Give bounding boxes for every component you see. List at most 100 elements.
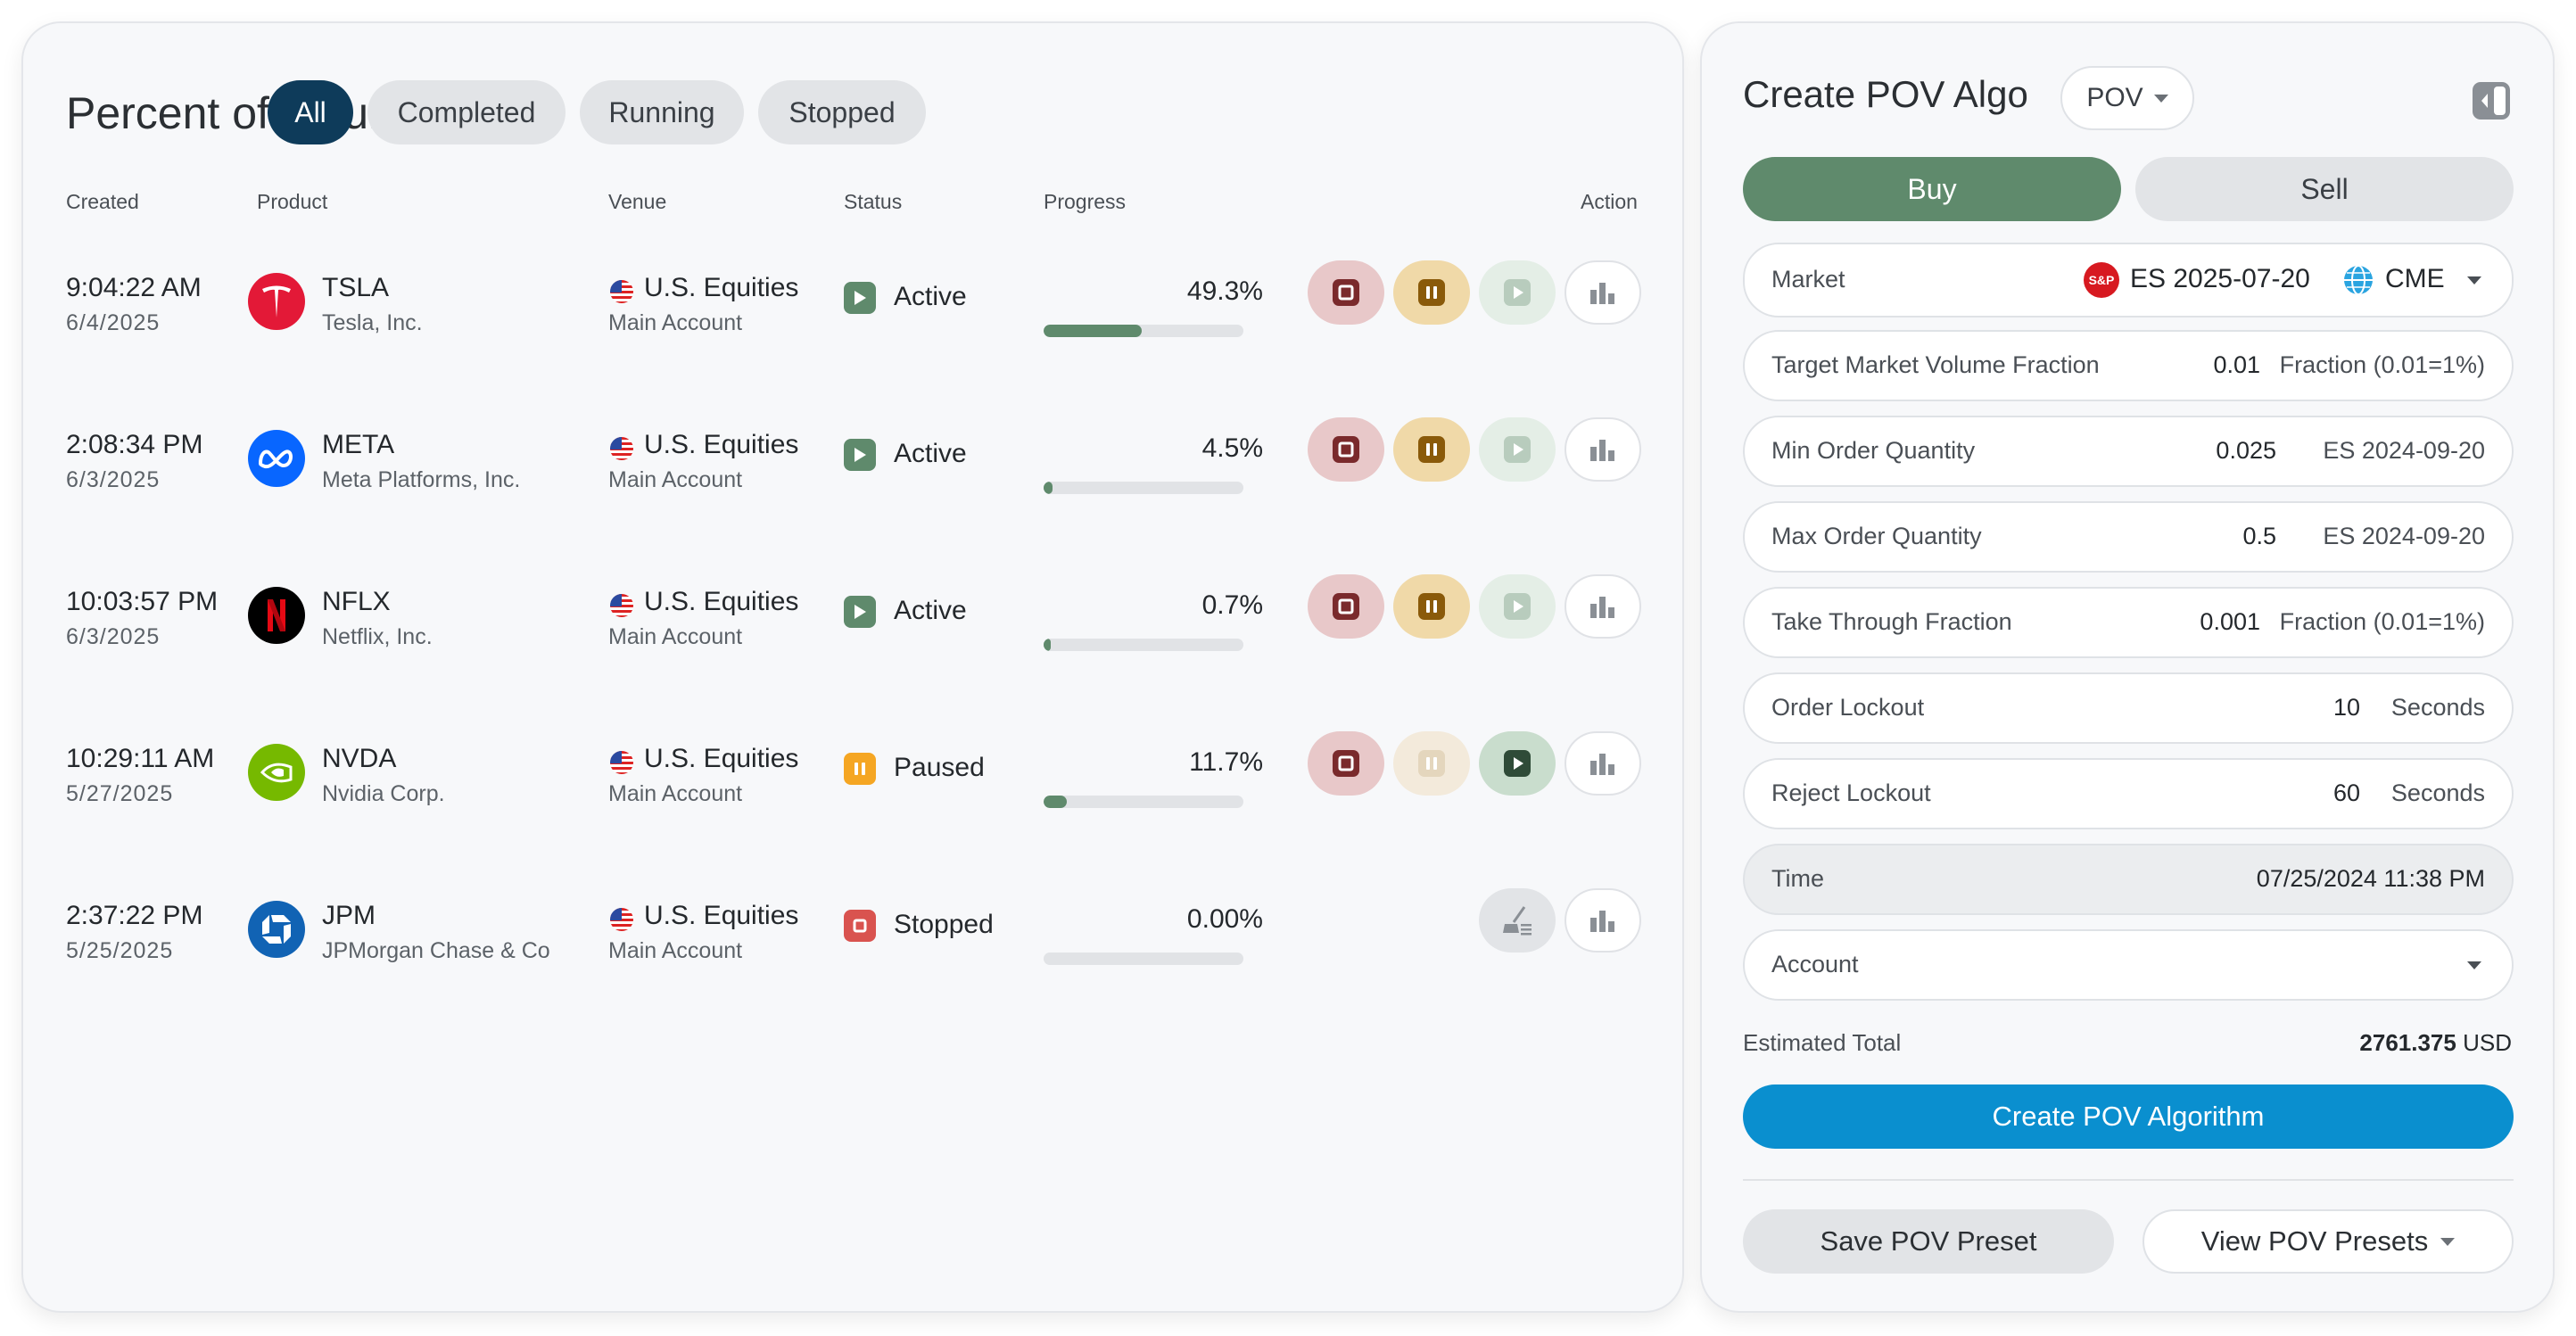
min-order-quantity-field[interactable]: Min Order Quantity 0.025 ES 2024-09-20 [1743,416,2514,487]
progress-bar [1044,325,1243,337]
pause-button[interactable] [1393,574,1470,639]
order-lockout-field[interactable]: Order Lockout 10 Seconds [1743,672,2514,744]
stop-button[interactable] [1308,417,1384,482]
target-fraction-field[interactable]: Target Market Volume Fraction 0.01 Fract… [1743,330,2514,401]
collapse-panel-icon[interactable] [2471,80,2512,121]
column-header-action: Action [1581,190,1638,213]
progress-bar [1044,953,1243,965]
product-ticker: NFLX [322,587,391,616]
chart-button[interactable] [1565,731,1641,796]
table-row: 10:29:11 AM 5/27/2025 NVDA Nvidia Corp. … [23,724,1686,881]
table-row: 2:37:22 PM 5/25/2025 JPM JPMorgan Chase … [23,881,1686,1038]
us-flag-icon [610,280,633,303]
status-text: Active [894,596,967,625]
pause-button[interactable] [1393,260,1470,325]
account-select[interactable]: Account [1743,929,2514,1001]
meta-logo [248,430,305,487]
created-time: 10:29:11 AM [66,744,215,773]
table-row: 9:04:22 AM 6/4/2025 TSLA Tesla, Inc. U.S… [23,253,1686,410]
estimated-total-amount: 2761.375 [2359,1029,2456,1056]
netflix-logo [248,587,305,644]
us-flag-icon [610,594,633,617]
created-date: 5/25/2025 [66,938,174,963]
product-ticker: META [322,430,395,459]
resume-button[interactable] [1479,260,1556,325]
bar-chart-icon [1590,911,1614,932]
time-field[interactable]: Time 07/25/2024 11:38 PM [1743,844,2514,915]
progress-fill [1044,796,1068,808]
clear-button[interactable] [1479,888,1556,953]
field-value[interactable]: 60 [2333,779,2360,807]
save-pov-preset-button[interactable]: Save POV Preset [1743,1209,2114,1274]
stop-button[interactable] [1308,574,1384,639]
stop-button[interactable] [1308,731,1384,796]
table-row: 2:08:34 PM 6/3/2025 META Meta Platforms,… [23,410,1686,567]
venue-name: U.S. Equities [644,901,799,930]
field-unit: ES 2024-09-20 [2323,523,2485,549]
reject-lockout-field[interactable]: Reject Lockout 60 Seconds [1743,758,2514,829]
jpm-logo [248,901,305,958]
field-label: Target Market Volume Fraction [1771,351,2100,378]
algo-type-select[interactable]: POV [2060,66,2194,130]
filter-completed[interactable]: Completed [367,80,566,144]
resume-button[interactable] [1479,574,1556,639]
filter-stopped[interactable]: Stopped [758,80,926,144]
venue-account: Main Account [608,310,743,335]
product-name: JPMorgan Chase & Co [322,938,550,963]
progress-fill [1044,639,1051,651]
market-select[interactable]: Market S&P ES 2025-07-20 CME [1743,243,2514,318]
nvidia-logo [248,744,305,801]
pause-button[interactable] [1393,417,1470,482]
bar-chart-icon [1590,754,1614,775]
created-date: 6/4/2025 [66,310,161,335]
field-value[interactable]: 0.025 [2216,437,2276,465]
venue-account: Main Account [608,781,743,806]
max-order-quantity-field[interactable]: Max Order Quantity 0.5 ES 2024-09-20 [1743,501,2514,573]
filter-running[interactable]: Running [580,80,744,144]
status-text: Active [894,439,967,468]
field-label: Reject Lockout [1771,779,1931,806]
product-ticker: TSLA [322,273,390,302]
field-value[interactable]: 0.001 [2200,608,2260,636]
field-value[interactable]: 0.5 [2242,523,2276,550]
progress-percent: 49.3% [1186,276,1263,306]
us-flag-icon [610,908,633,931]
column-header-progress: Progress [1044,190,1127,213]
field-value[interactable]: 0.01 [2213,351,2260,379]
chart-button[interactable] [1565,574,1641,639]
stop-button[interactable] [1308,260,1384,325]
chevron-down-icon [2467,276,2481,285]
resume-button[interactable] [1479,731,1556,796]
field-label: Max Order Quantity [1771,523,1982,549]
field-value[interactable]: 10 [2333,694,2360,722]
filter-all[interactable]: All [268,80,353,144]
chevron-down-icon [2467,961,2481,969]
resume-button[interactable] [1479,417,1556,482]
estimated-total-value: 2761.375 USD [2359,1029,2512,1057]
created-time: 9:04:22 AM [66,273,202,302]
created-date: 5/27/2025 [66,781,174,806]
created-time: 10:03:57 PM [66,587,219,616]
sell-button[interactable]: Sell [2135,157,2514,221]
chart-button[interactable] [1565,888,1641,953]
progress-percent: 0.00% [1186,904,1263,934]
venue-name: U.S. Equities [644,587,799,616]
estimated-total-label: Estimated Total [1743,1029,1902,1056]
product-name: Netflix, Inc. [322,624,433,649]
take-through-fraction-field[interactable]: Take Through Fraction 0.001 Fraction (0.… [1743,587,2514,658]
chevron-down-icon [2440,1237,2456,1246]
chart-button[interactable] [1565,417,1641,482]
active-status-icon [844,596,876,628]
bar-chart-icon [1590,283,1614,304]
buy-button[interactable]: Buy [1743,157,2121,221]
product-name: Tesla, Inc. [322,310,423,335]
us-flag-icon [610,751,633,774]
time-value[interactable]: 07/25/2024 11:38 PM [2257,865,2485,893]
view-pov-presets-button[interactable]: View POV Presets [2143,1209,2514,1274]
pause-button[interactable] [1393,731,1470,796]
created-time: 2:37:22 PM [66,901,203,930]
create-pov-algorithm-button[interactable]: Create POV Algorithm [1743,1084,2514,1149]
field-label: Min Order Quantity [1771,437,1976,464]
chart-button[interactable] [1565,260,1641,325]
status-text: Active [894,282,967,311]
